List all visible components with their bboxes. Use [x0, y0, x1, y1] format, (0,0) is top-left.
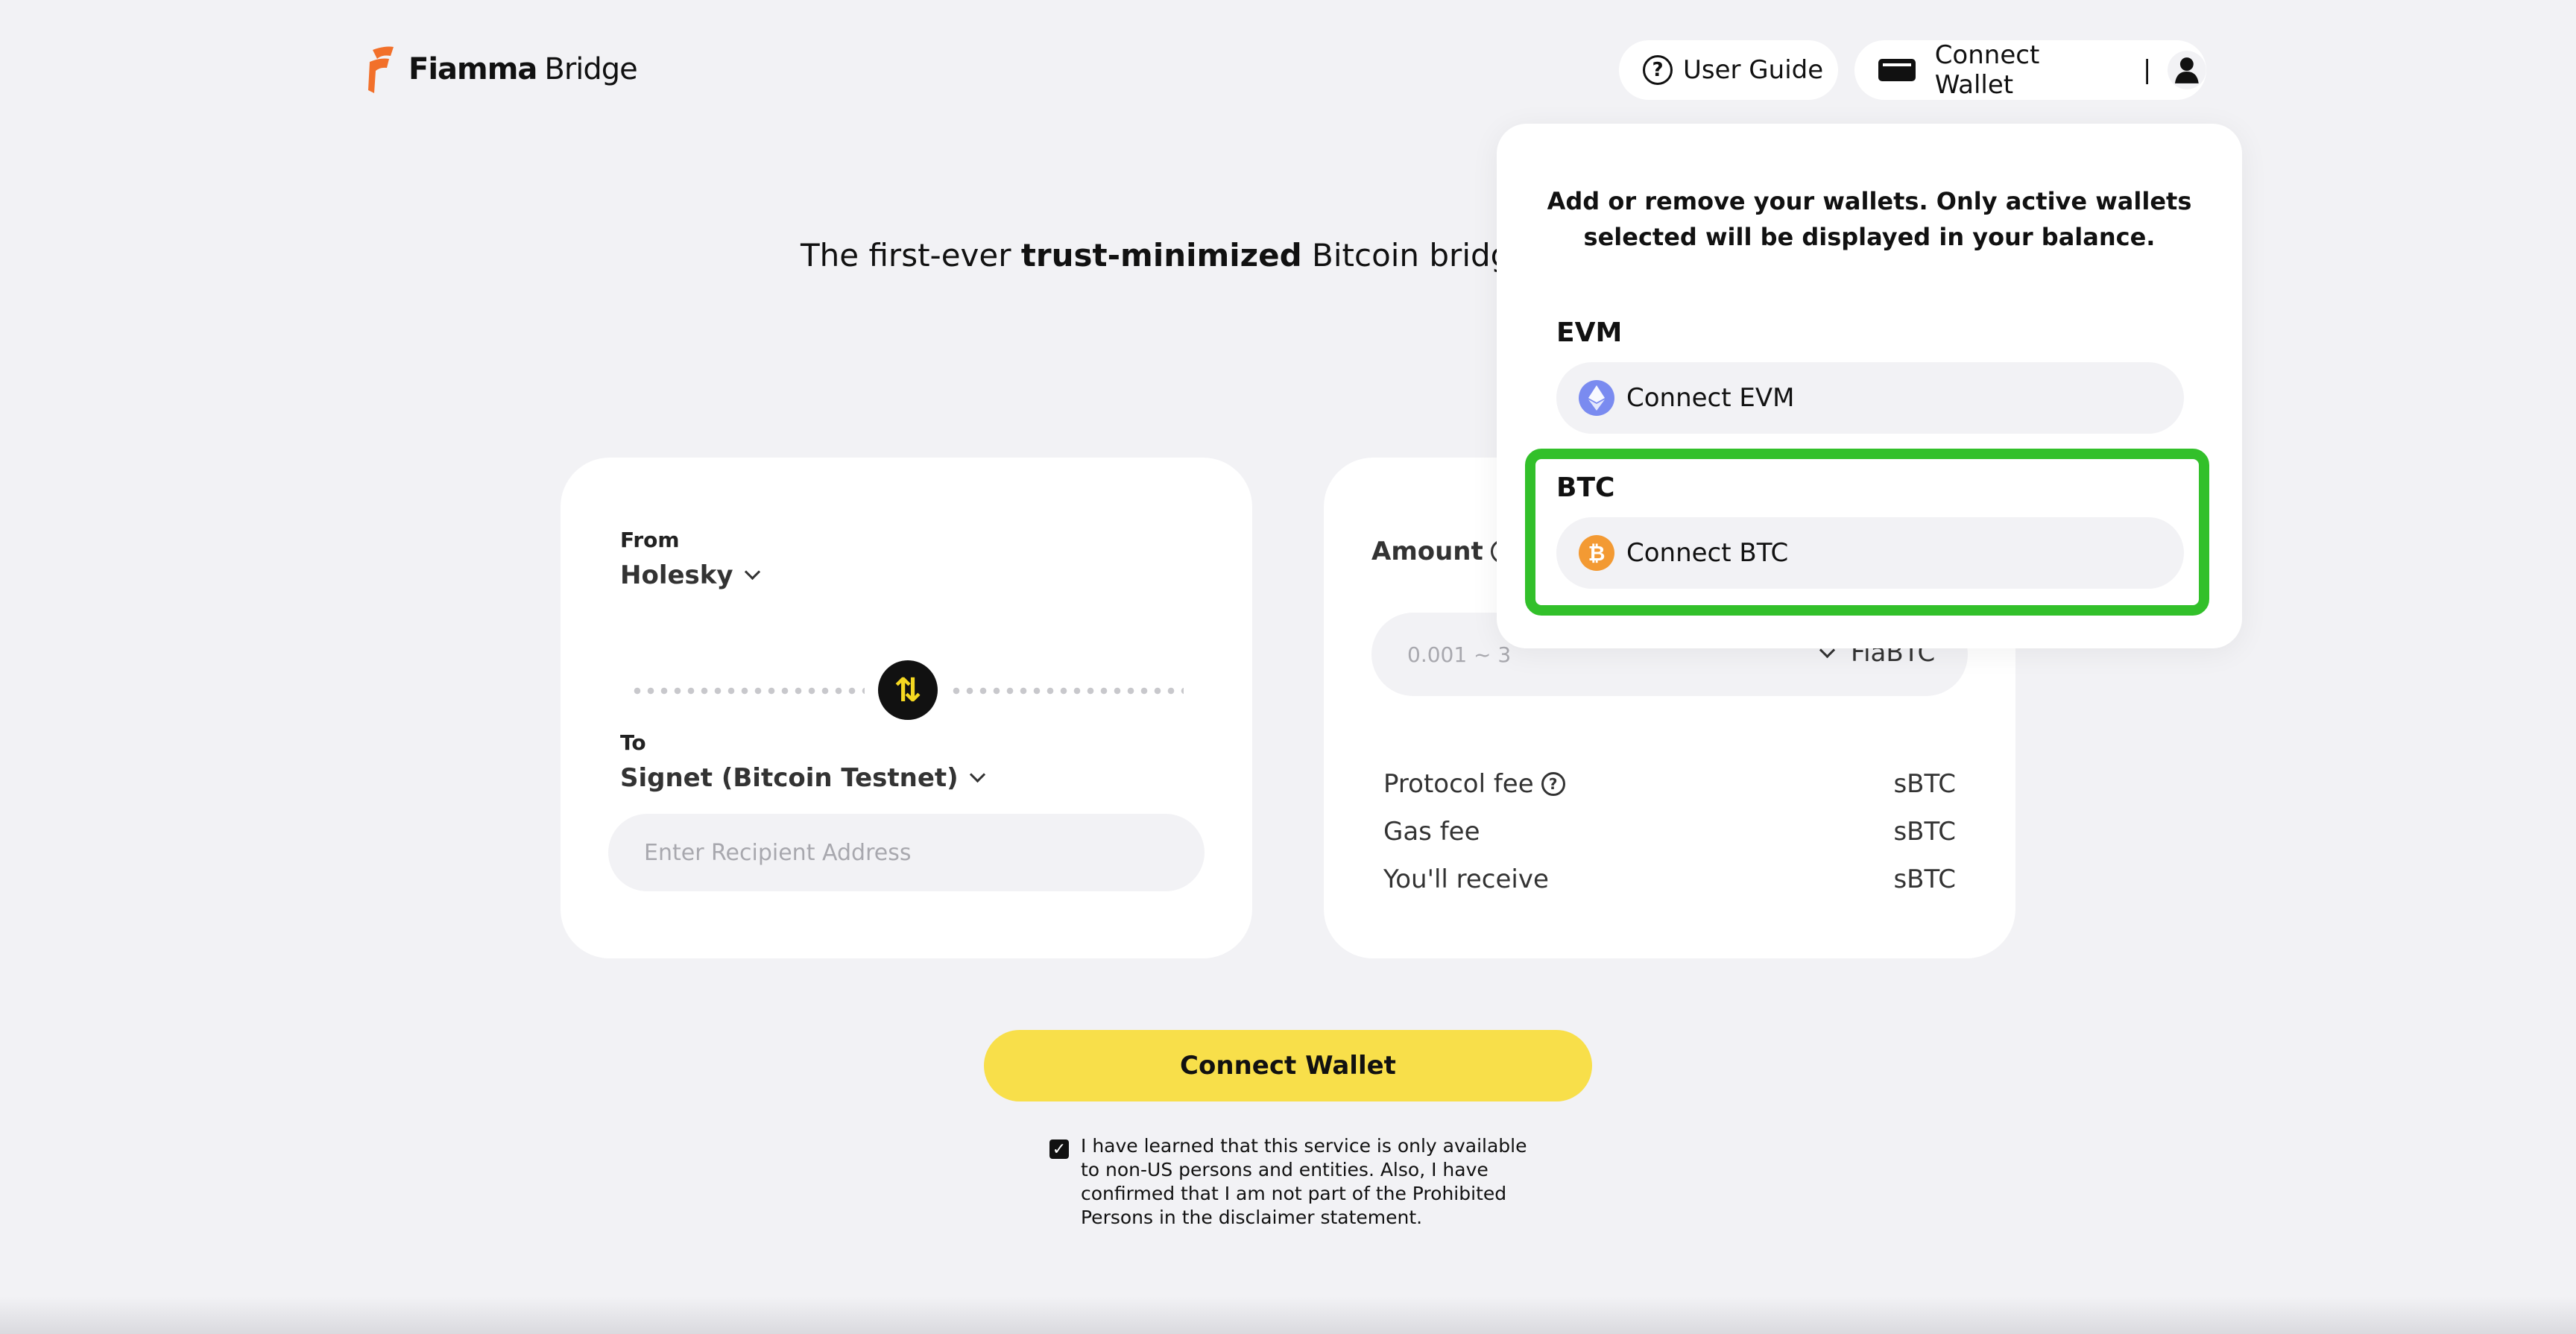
receive-value: sBTC	[1893, 864, 1956, 894]
gas-fee-label: Gas fee	[1383, 817, 1480, 847]
header-connect-wallet-button[interactable]: Connect Wallet |	[1854, 40, 2207, 100]
user-icon[interactable]	[2168, 51, 2207, 89]
wallet-icon	[1878, 59, 1916, 81]
recipient-address-input[interactable]: Enter Recipient Address	[608, 814, 1205, 891]
ethereum-icon	[1579, 380, 1614, 416]
dotted-divider-left	[631, 687, 865, 695]
logo-sub: Bridge	[544, 52, 637, 86]
header-connect-wallet-label: Connect Wallet	[1934, 40, 2040, 100]
recipient-placeholder: Enter Recipient Address	[644, 839, 912, 866]
amount-placeholder: 0.001 ~ 3	[1407, 642, 1512, 667]
from-network-value: Holesky	[620, 560, 733, 590]
logo-name: Fiamma	[408, 52, 537, 86]
user-guide-label: User Guide	[1683, 55, 1824, 85]
receive-label: You'll receive	[1383, 864, 1549, 894]
disclaimer-checkbox[interactable]: ✓	[1049, 1139, 1069, 1159]
connect-wallet-button[interactable]: Connect Wallet	[984, 1030, 1592, 1101]
wallet-panel-title: Add or remove your wallets. Only active …	[1547, 187, 2192, 251]
user-guide-button[interactable]: ? User Guide	[1619, 40, 1838, 100]
question-circle-icon[interactable]: ?	[1541, 772, 1565, 796]
amount-label-text: Amount	[1371, 537, 1483, 566]
swap-arrows-icon[interactable]: ⇅	[878, 660, 938, 720]
hero-tagline: The first-ever trust-minimized Bitcoin b…	[801, 237, 1559, 274]
to-network-value: Signet (Bitcoin Testnet)	[620, 763, 959, 793]
connect-evm-button[interactable]: Connect EVM	[1556, 362, 2184, 434]
tagline-prefix: The first-ever	[801, 237, 1021, 274]
to-label: To	[620, 730, 646, 755]
from-label: From	[620, 528, 680, 552]
connect-wallet-label: Connect Wallet	[1180, 1051, 1396, 1081]
app-logo[interactable]: Fiamma Bridge	[367, 43, 638, 95]
protocol-fee-value: sBTC	[1893, 769, 1956, 799]
dotted-divider-right	[950, 687, 1184, 695]
btc-highlight-box	[1525, 449, 2209, 616]
evm-section-label: EVM	[1556, 317, 1623, 348]
bottom-shade	[0, 1297, 2576, 1334]
disclaimer-text: I have learned that this service is only…	[1081, 1135, 1527, 1228]
protocol-fee-label: Protocol fee ?	[1383, 769, 1565, 799]
fee-label: Protocol fee	[1383, 769, 1534, 799]
chevron-down-icon	[744, 563, 760, 580]
header-divider: |	[2142, 55, 2152, 85]
gas-fee-value: sBTC	[1893, 817, 1956, 847]
tagline-bold: trust-minimized	[1020, 237, 1302, 274]
flame-logo-icon	[368, 46, 394, 93]
chevron-down-icon	[969, 766, 985, 783]
amount-label: Amount ?	[1371, 537, 1515, 566]
question-circle-icon: ?	[1643, 55, 1673, 85]
to-network-select[interactable]: Signet (Bitcoin Testnet)	[620, 763, 985, 793]
from-network-select[interactable]: Holesky	[620, 560, 760, 590]
connect-evm-label: Connect EVM	[1626, 383, 1795, 413]
